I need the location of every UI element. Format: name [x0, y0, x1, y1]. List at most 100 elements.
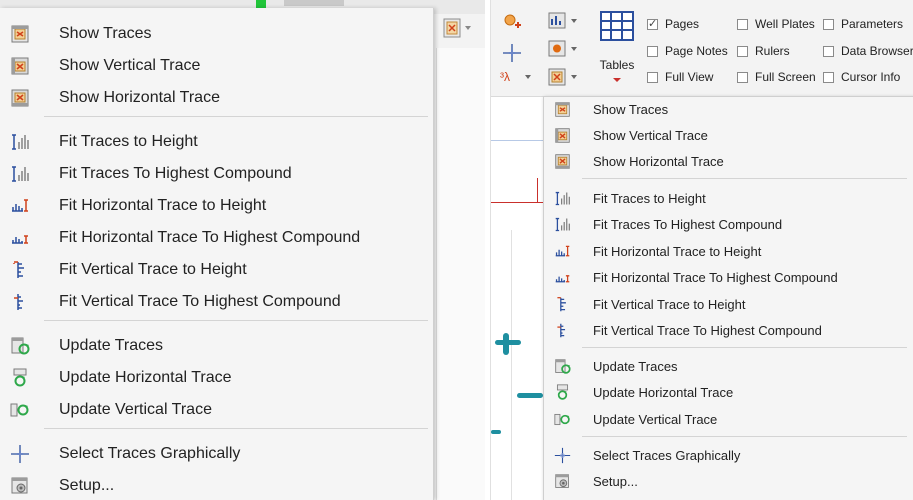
- parameters-checkbox[interactable]: Parameters: [823, 17, 903, 31]
- spot-color-dropdown[interactable]: [547, 38, 581, 60]
- scroll-thumb[interactable]: [284, 0, 344, 6]
- setup-icon: [10, 476, 30, 496]
- trace-peak-line: [537, 178, 538, 202]
- menu-item-update-vertical[interactable]: Update Vertical Trace: [0, 394, 433, 424]
- full-view-checkbox[interactable]: Full View: [647, 70, 713, 84]
- menu-item-fit-traces-height[interactable]: Fit Traces to Height: [544, 187, 913, 211]
- menu-item-label: Fit Vertical Trace to Height: [593, 297, 746, 312]
- menu-item-setup[interactable]: Setup...: [0, 470, 433, 500]
- menu-item-update-traces[interactable]: Update Traces: [544, 355, 913, 379]
- crosshair-icon: [10, 444, 30, 464]
- menu-item-fit-traces-height[interactable]: Fit Traces to Height: [0, 126, 433, 156]
- menu-item-label: Fit Traces to Height: [593, 191, 706, 206]
- horizontal-trace-icon: [10, 88, 30, 108]
- traces-context-menu-large: Show Traces Show Vertical Trace Show Hor…: [0, 8, 434, 500]
- menu-item-show-vertical-trace[interactable]: Show Vertical Trace: [544, 124, 913, 148]
- menu-item-fit-traces-highest[interactable]: Fit Traces To Highest Compound: [544, 213, 913, 237]
- left-screenshot-panel: Show Traces Show Vertical Trace Show Hor…: [0, 0, 485, 500]
- well-plates-checkbox[interactable]: Well Plates: [737, 17, 815, 31]
- checkbox-box[interactable]: [823, 71, 834, 83]
- checkbox-box[interactable]: [737, 18, 748, 30]
- page-notes-checkbox[interactable]: Page Notes: [647, 44, 728, 58]
- full-screen-checkbox[interactable]: Full Screen: [737, 70, 816, 84]
- menu-separator: [582, 436, 907, 437]
- menu-item-update-horizontal[interactable]: Update Horizontal Trace: [0, 362, 433, 392]
- update-traces-icon: [554, 358, 571, 375]
- menu-item-label: Fit Traces to Height: [59, 133, 198, 150]
- menu-item-select-traces-graphically[interactable]: Select Traces Graphically: [0, 438, 433, 468]
- fit-highest-icon: [554, 216, 571, 233]
- cursor-info-checkbox[interactable]: Cursor Info: [823, 70, 900, 84]
- rulers-checkbox[interactable]: Rulers: [737, 44, 790, 58]
- menu-item-label: Fit Horizontal Trace To Highest Compound: [593, 270, 838, 285]
- checkbox-box[interactable]: [823, 18, 834, 30]
- menu-item-show-horizontal-trace[interactable]: Show Horizontal Trace: [544, 150, 913, 174]
- menu-item-show-vertical-trace[interactable]: Show Vertical Trace: [0, 50, 433, 80]
- menu-item-fit-horizontal-height[interactable]: Fit Horizontal Trace to Height: [544, 240, 913, 264]
- menu-item-fit-horizontal-height[interactable]: Fit Horizontal Trace to Height: [0, 190, 433, 220]
- menu-item-fit-horizontal-highest[interactable]: Fit Horizontal Trace To Highest Compound: [0, 222, 433, 252]
- menu-item-label: Show Horizontal Trace: [593, 154, 724, 169]
- menu-item-label: Show Traces: [59, 25, 152, 42]
- traces-dropdown-button[interactable]: [438, 14, 476, 42]
- menu-separator: [582, 178, 907, 179]
- menu-item-fit-vertical-highest[interactable]: Fit Vertical Trace To Highest Compound: [0, 286, 433, 316]
- checkbox-box[interactable]: [647, 45, 658, 57]
- menu-separator: [44, 428, 428, 429]
- update-traces-icon: [10, 336, 30, 356]
- traces-dropdown-button[interactable]: [547, 66, 581, 88]
- checkbox-box[interactable]: [737, 71, 748, 83]
- data-browser-checkbox[interactable]: Data Browser: [823, 44, 913, 58]
- menu-item-label: Show Vertical Trace: [593, 128, 708, 143]
- crosshair-icon[interactable]: [501, 42, 523, 64]
- menu-item-fit-vertical-height[interactable]: Fit Vertical Trace to Height: [544, 293, 913, 317]
- plot-axis-line: [491, 140, 543, 141]
- menu-item-show-traces[interactable]: Show Traces: [544, 98, 913, 122]
- fit-vertical-highest-icon: [554, 322, 571, 339]
- menu-item-label: Select Traces Graphically: [593, 448, 741, 463]
- chart-view-dropdown[interactable]: [547, 10, 581, 32]
- menu-item-label: Fit Traces To Highest Compound: [59, 165, 292, 182]
- fit-vertical-height-icon: [10, 260, 30, 280]
- checkbox-box[interactable]: [647, 17, 658, 30]
- trace-grid-icon: [554, 101, 571, 118]
- tables-button[interactable]: [595, 8, 639, 86]
- menu-item-label: Show Vertical Trace: [59, 57, 201, 74]
- menu-item-fit-traces-highest[interactable]: Fit Traces To Highest Compound: [0, 158, 433, 188]
- peak-picker-dropdown[interactable]: ³λ: [499, 66, 533, 88]
- checkbox-label: Data Browser: [841, 44, 913, 58]
- checkbox-label: Well Plates: [755, 17, 815, 31]
- checkbox-box[interactable]: [823, 45, 834, 57]
- checkbox-label: Rulers: [755, 44, 790, 58]
- menu-item-label: Update Traces: [59, 337, 164, 354]
- menu-item-select-traces-graphically[interactable]: Select Traces Graphically: [544, 444, 913, 468]
- status-indicator: [256, 0, 266, 8]
- menu-item-show-horizontal-trace[interactable]: Show Horizontal Trace: [0, 82, 433, 112]
- crosshair-icon: [554, 447, 571, 464]
- plot-area-background: [436, 48, 485, 500]
- checkbox-box[interactable]: [737, 45, 748, 57]
- checkbox-label: Parameters: [841, 17, 904, 31]
- add-location-icon[interactable]: [501, 12, 523, 34]
- fit-vertical-highest-icon: [10, 292, 30, 312]
- menu-item-fit-vertical-height[interactable]: Fit Vertical Trace to Height: [0, 254, 433, 284]
- menu-separator: [44, 320, 428, 321]
- menu-item-setup[interactable]: Setup...: [544, 470, 913, 494]
- traces-context-menu-small: Show Traces Show Vertical Trace Show Hor…: [543, 96, 913, 500]
- vertical-trace-icon: [554, 127, 571, 144]
- menu-item-fit-vertical-highest[interactable]: Fit Vertical Trace To Highest Compound: [544, 319, 913, 343]
- checkbox-box[interactable]: [647, 71, 658, 83]
- menu-item-update-vertical[interactable]: Update Vertical Trace: [544, 408, 913, 432]
- menu-item-label: Show Horizontal Trace: [59, 89, 220, 106]
- grid-line: [511, 230, 512, 500]
- menu-item-fit-horizontal-highest[interactable]: Fit Horizontal Trace To Highest Compound: [544, 266, 913, 290]
- menu-item-show-traces[interactable]: Show Traces: [0, 18, 433, 48]
- menu-item-label: Show Traces: [593, 102, 669, 117]
- menu-item-label: Fit Horizontal Trace to Height: [59, 197, 267, 214]
- checkbox-label: Full Screen: [755, 70, 816, 84]
- fit-highest-icon: [10, 164, 30, 184]
- menu-item-update-traces[interactable]: Update Traces: [0, 330, 433, 360]
- menu-separator: [44, 116, 428, 117]
- pages-checkbox[interactable]: Pages: [647, 17, 699, 31]
- menu-item-update-horizontal[interactable]: Update Horizontal Trace: [544, 381, 913, 405]
